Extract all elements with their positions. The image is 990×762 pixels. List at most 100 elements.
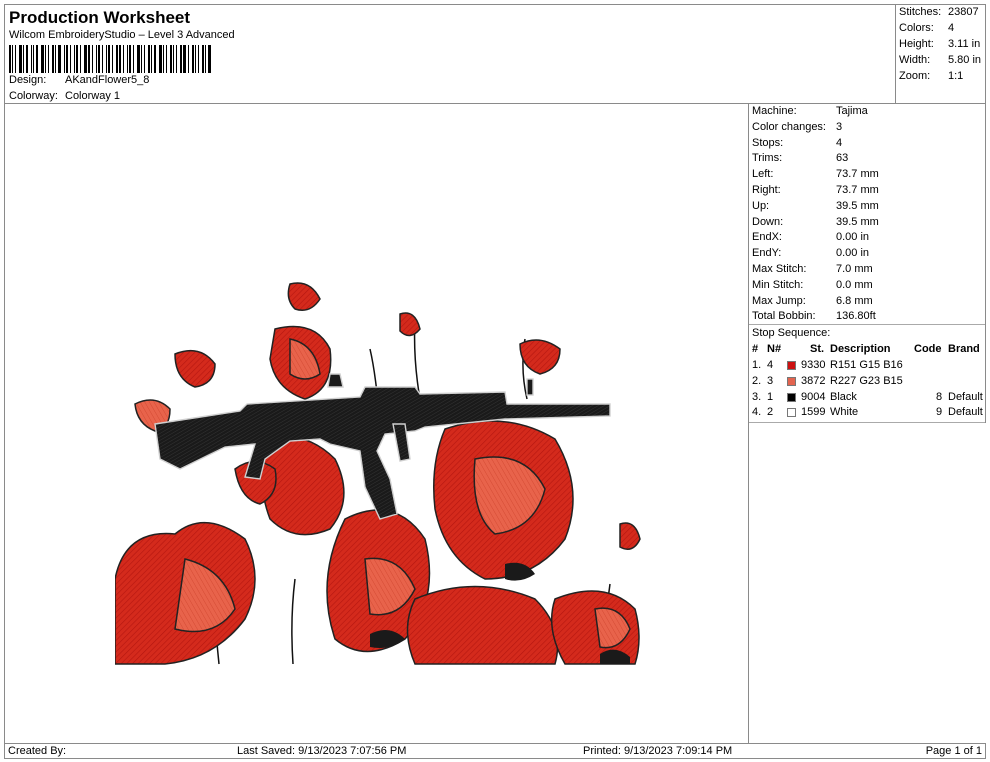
- row-code: 9: [936, 406, 943, 419]
- row-brand: Default: [948, 406, 983, 419]
- row-description: R151 G15 B16: [830, 359, 903, 371]
- col-num: #: [752, 343, 759, 355]
- barcode-bar: [183, 45, 187, 73]
- barcode-bar: [163, 45, 165, 73]
- barcode-bar: [170, 45, 173, 73]
- info-label: EndX:: [752, 231, 782, 244]
- barcode-bar: [14, 45, 16, 73]
- row-description: White: [830, 406, 859, 419]
- design-stats: Stitches: 23807 Colors: 4 Height: 3.11 in W…: [895, 4, 986, 104]
- info-label: Max Jump:: [752, 294, 806, 307]
- barcode-bar: [141, 45, 143, 73]
- stat-label: Width:: [899, 54, 931, 66]
- info-label: Left:: [752, 168, 774, 181]
- barcode-bar: [154, 45, 157, 73]
- barcode-bar: [95, 45, 97, 73]
- row-num: 3.: [752, 390, 762, 403]
- stat-label: Stitches:: [899, 6, 942, 18]
- row-num: 2.: [752, 374, 762, 387]
- info-value: 73.7 mm: [836, 184, 879, 196]
- info-value: 0.0 mm: [836, 278, 873, 291]
- stat-value: 4: [948, 22, 955, 34]
- info-value: 0.00 in: [836, 231, 870, 244]
- stop-sequence-title: Stop Sequence:: [752, 327, 831, 339]
- barcode-bar: [44, 45, 46, 73]
- barcode-bar: [180, 45, 183, 73]
- barcode-bar: [101, 45, 103, 73]
- color-swatch: [787, 408, 796, 418]
- stat-value: 5.80 in: [948, 54, 982, 66]
- row-num: 4.: [752, 406, 762, 419]
- barcode-bar: [202, 45, 205, 73]
- color-swatch: [787, 392, 796, 402]
- row-num: 1.: [752, 359, 762, 371]
- row-code: 8: [936, 390, 943, 403]
- machine-info-panel: Machine: Tajima Color changes: 3 Stops: 4 Trim…: [748, 103, 986, 423]
- info-label: Trims:: [752, 152, 783, 165]
- barcode-bar: [79, 45, 81, 73]
- row-stitch: 3872: [801, 374, 826, 387]
- stop-sequence-row: 4. 2 1599 White 9 Default: [752, 406, 984, 421]
- barcode-bar: [87, 45, 90, 73]
- stop-sequence-row: 2. 3 3872 R227 G23 B15: [752, 375, 984, 390]
- stop-sequence-row: 3. 1 9004 Black 8 Default: [752, 391, 984, 406]
- row-stitch: 9330: [801, 359, 826, 371]
- barcode-bar: [32, 45, 34, 73]
- software-subtitle: Wilcom EmbroideryStudio – Level 3 Advanc…: [9, 29, 235, 41]
- barcode-bar: [73, 45, 75, 73]
- barcode-bar: [188, 45, 190, 73]
- barcode-bar: [198, 45, 200, 73]
- barcode-bar: [119, 45, 122, 73]
- info-label: Up:: [752, 199, 770, 212]
- barcode-bar: [35, 45, 38, 73]
- barcode-bar: [57, 45, 61, 73]
- last-saved: Last Saved: 9/13/2023 7:07:56 PM: [237, 745, 407, 757]
- barcode-bar: [63, 45, 65, 73]
- created-by: Created By:: [8, 745, 67, 757]
- barcode-bar: [25, 45, 28, 73]
- stat-label: Zoom:: [899, 70, 931, 82]
- row-needle: 3: [767, 374, 774, 387]
- barcode-bar: [91, 45, 93, 73]
- colorway-value: Colorway 1: [65, 90, 121, 102]
- design-preview-canvas: [4, 103, 749, 744]
- design-field: Design: AKandFlower5_8: [9, 74, 149, 86]
- col-code: Code: [914, 343, 942, 355]
- barcode-bar: [54, 45, 56, 73]
- design-label: Design:: [9, 74, 47, 86]
- printed-date: Printed: 9/13/2023 7:09:14 PM: [583, 745, 733, 757]
- worksheet-footer: Created By: Last Saved: 9/13/2023 7:07:5…: [4, 743, 986, 759]
- worksheet-header: Production Worksheet Wilcom EmbroiderySt…: [4, 4, 896, 104]
- stat-value: 3.11 in: [948, 38, 981, 50]
- barcode-bar: [11, 45, 13, 73]
- info-value: Tajima: [836, 105, 868, 117]
- barcode-bar: [40, 45, 44, 73]
- stat-value: 23807: [948, 6, 979, 18]
- barcode-bar: [97, 45, 100, 73]
- embroidery-design-image: [115, 282, 641, 665]
- info-value: 0.00 in: [836, 247, 870, 260]
- barcode-bar: [205, 45, 206, 73]
- barcode-bar: [112, 45, 114, 73]
- barcode-bar: [137, 45, 141, 73]
- barcode-bar: [22, 45, 24, 73]
- design-value: AKandFlower5_8: [65, 74, 150, 86]
- barcode-bar: [83, 45, 87, 73]
- col-stitch: St.: [810, 343, 825, 355]
- info-label: Stops:: [752, 136, 784, 149]
- info-value: 73.7 mm: [836, 168, 879, 181]
- col-description: Description: [830, 343, 891, 355]
- barcode-bar: [65, 45, 68, 73]
- barcode-bar: [192, 45, 195, 73]
- info-value: 39.5 mm: [836, 215, 879, 228]
- barcode: [9, 45, 214, 73]
- barcode-bar: [176, 45, 178, 73]
- barcode-bar: [127, 45, 129, 73]
- info-label: Total Bobbin:: [752, 310, 816, 323]
- row-description: Black: [830, 390, 857, 403]
- barcode-bar: [148, 45, 151, 73]
- barcode-bar: [151, 45, 153, 73]
- row-brand: Default: [948, 390, 983, 403]
- row-needle: 2: [767, 406, 774, 419]
- barcode-bar: [195, 45, 197, 73]
